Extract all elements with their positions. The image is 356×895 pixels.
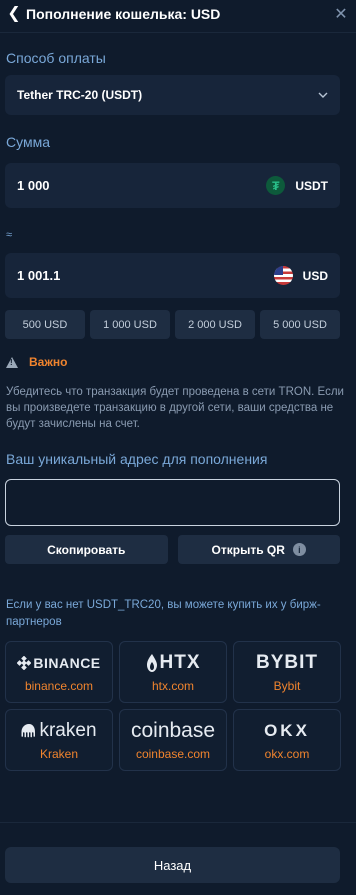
open-qr-button-label: Открыть QR bbox=[211, 542, 285, 557]
warning-text: Убедитесь что транзакция будет проведена… bbox=[6, 386, 344, 430]
close-icon[interactable]: ✕ bbox=[332, 4, 350, 24]
preset-2000-button[interactable]: 2 000 USD bbox=[175, 310, 255, 339]
exchange-kraken[interactable]: kraken Kraken bbox=[5, 709, 113, 771]
exchange-name: binance.com bbox=[24, 679, 94, 693]
converted-currency: USD bbox=[302, 268, 328, 283]
preset-500-button[interactable]: 500 USD bbox=[5, 310, 85, 339]
exchange-name: Bybit bbox=[273, 679, 301, 693]
preset-amounts: 500 USD 1 000 USD 2 000 USD 5 000 USD bbox=[5, 310, 340, 339]
payment-method-value: Tether TRC-20 (USDT) bbox=[17, 88, 143, 102]
back-button[interactable]: Назад bbox=[5, 847, 340, 883]
deposit-address-field[interactable] bbox=[5, 479, 340, 526]
payment-method-select[interactable]: Tether TRC-20 (USDT) bbox=[5, 75, 340, 115]
kraken-logo-icon: kraken bbox=[21, 719, 97, 743]
converted-amount-input[interactable]: 1 001.1 USD bbox=[5, 253, 340, 298]
amount-currency: USDT bbox=[295, 178, 328, 193]
amount-label: Сумма bbox=[6, 134, 50, 150]
exchange-okx[interactable]: OKX okx.com bbox=[233, 709, 341, 771]
preset-5000-button[interactable]: 5 000 USD bbox=[260, 310, 340, 339]
htx-logo-icon: HTX bbox=[146, 651, 201, 675]
exchange-binance[interactable]: BINANCE binance.com bbox=[5, 641, 113, 703]
exchange-htx[interactable]: HTX htx.com bbox=[119, 641, 227, 703]
back-button-label: Назад bbox=[153, 857, 192, 873]
exchange-name: coinbase.com bbox=[135, 747, 211, 761]
converted-amount-value: 1 001.1 bbox=[17, 268, 61, 283]
exchange-bybit[interactable]: BYBIT Bybit bbox=[233, 641, 341, 703]
header-divider bbox=[0, 32, 356, 33]
payment-method-label: Способ оплаты bbox=[6, 50, 106, 66]
tether-icon: ₮ bbox=[266, 176, 286, 195]
open-qr-button[interactable]: Открыть QR i bbox=[177, 535, 340, 564]
copy-button-label: Скопировать bbox=[47, 542, 126, 557]
bybit-logo-icon: BYBIT bbox=[256, 652, 318, 673]
coinbase-logo-icon: coinbase bbox=[130, 719, 216, 742]
info-icon[interactable]: i bbox=[292, 543, 306, 556]
chevron-down-icon bbox=[318, 89, 328, 101]
back-chevron-icon[interactable]: ❮ bbox=[6, 6, 22, 22]
footer-divider bbox=[0, 822, 356, 823]
copy-button[interactable]: Скопировать bbox=[5, 535, 168, 564]
approx-symbol: ≈ bbox=[6, 229, 13, 241]
amount-value: 1 000 bbox=[17, 178, 50, 193]
warning-header: Важно bbox=[6, 355, 67, 369]
exchanges-intro: Если у вас нет USDT_TRC20, вы можете куп… bbox=[6, 599, 321, 628]
preset-1000-button[interactable]: 1 000 USD bbox=[90, 310, 170, 339]
header: ❮ Пополнение кошелька: USD ✕ bbox=[0, 0, 356, 28]
us-flag-icon bbox=[273, 266, 293, 285]
exchange-name: okx.com bbox=[264, 747, 310, 761]
amount-input[interactable]: 1 000 ₮ USDT bbox=[5, 163, 340, 208]
exchange-name: Kraken bbox=[39, 747, 79, 761]
warning-title: Важно bbox=[29, 355, 68, 369]
address-actions: Скопировать Открыть QR i bbox=[5, 535, 340, 564]
binance-logo-icon: BINANCE bbox=[17, 651, 100, 675]
exchange-name: htx.com bbox=[151, 679, 194, 693]
page-title: Пополнение кошелька: USD bbox=[26, 6, 221, 22]
okx-logo-icon: OKX bbox=[264, 721, 310, 740]
warning-icon bbox=[6, 356, 18, 368]
exchange-grid: BINANCE binance.com HTX htx.com BYBIT By… bbox=[5, 641, 341, 771]
address-label: Ваш уникальный адрес для пополнения bbox=[6, 451, 268, 467]
exchange-coinbase[interactable]: coinbase coinbase.com bbox=[119, 709, 227, 771]
